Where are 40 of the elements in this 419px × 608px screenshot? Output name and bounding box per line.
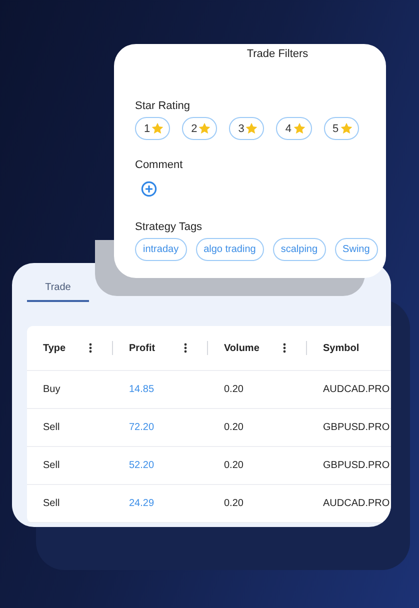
more-icon[interactable] [89, 343, 92, 353]
table-cell-text: 52.20 [128, 460, 156, 471]
table-cell-text: Sell [42, 460, 61, 471]
column-header: Type [43, 342, 67, 354]
table-cell-text: 24.29 [128, 498, 156, 509]
star-icon [340, 122, 353, 135]
table-cell-text: AUDCAD.PRO [322, 384, 391, 395]
rating-chip[interactable]: 5 [324, 117, 359, 140]
table-cell-text: 0.20 [223, 460, 244, 471]
table-cell-text: Sell [42, 422, 61, 433]
column-header: Symbol [323, 342, 360, 354]
tag-chip[interactable]: scalping [272, 238, 326, 261]
dialog-title: Trade Filters [246, 48, 310, 60]
table-cell-text: 72.20 [128, 422, 156, 433]
table-cell-text: Sell [42, 498, 61, 509]
tab[interactable]: Trade [27, 275, 89, 302]
column-header: Profit [129, 342, 156, 354]
more-icon[interactable] [283, 343, 286, 353]
section-label: Strategy Tags [135, 221, 204, 233]
table-cell-text: GBPUSD.PRO [322, 460, 391, 471]
rating-chip[interactable]: 3 [229, 117, 264, 140]
table-cell-text: 14.85 [128, 384, 156, 395]
star-icon [198, 122, 212, 135]
rating-chip[interactable]: 1 [135, 117, 170, 140]
more-icon[interactable] [184, 343, 187, 353]
column-header: Volume [224, 342, 260, 354]
rating-chip[interactable]: 2 [182, 117, 218, 140]
section-label: Comment [135, 159, 184, 171]
table-cell-text: 0.20 [223, 422, 244, 433]
table-cell-text: 0.20 [223, 498, 244, 509]
table-cell-text: 0.20 [223, 384, 244, 395]
star-icon [292, 122, 306, 135]
section-label: Star Rating [135, 100, 192, 112]
add-icon[interactable] [141, 181, 157, 197]
table-cell-text: Buy [42, 384, 62, 395]
rating-chip[interactable]: 4 [276, 117, 312, 140]
star-icon [151, 122, 164, 135]
table-cell-text: GBPUSD.PRO [322, 422, 391, 433]
star-icon [245, 122, 258, 135]
table-cell-text: AUDCAD.PRO [322, 498, 391, 509]
